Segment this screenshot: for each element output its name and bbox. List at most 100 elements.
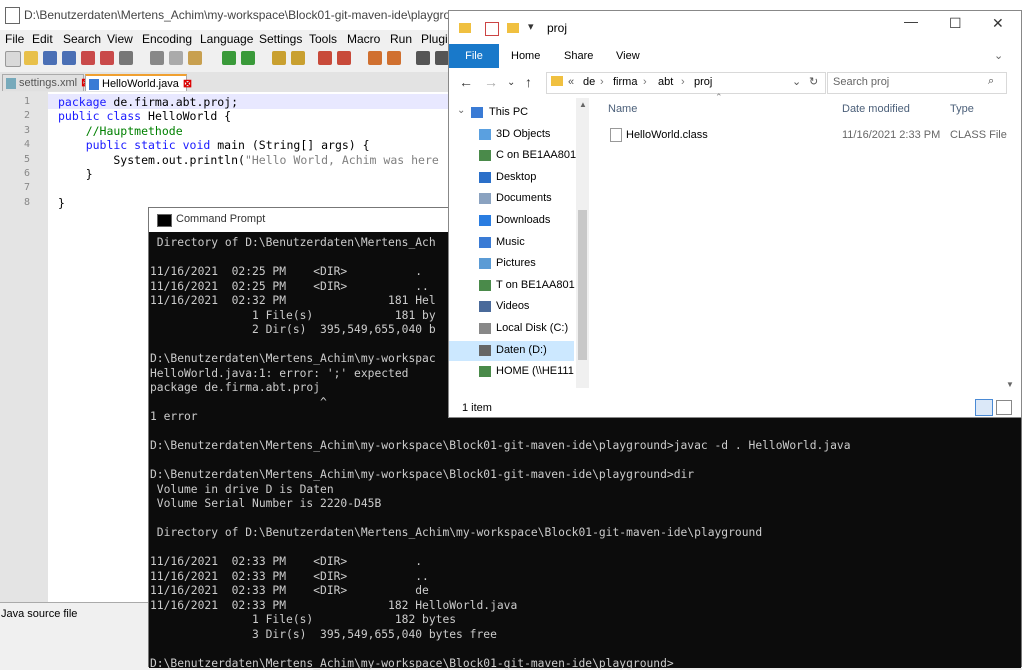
tab-helloworld-java[interactable]: HelloWorld.java ⊠ [85,74,192,91]
maximize-icon[interactable]: ☐ [949,15,962,32]
menu-file[interactable]: File [5,32,24,46]
breadcrumb-firma[interactable]: firma [613,76,637,88]
breadcrumb-overflow[interactable]: « [568,76,574,88]
chevron-down-icon[interactable]: ⌄ [457,105,465,116]
column-type[interactable]: Type [950,103,974,115]
nav-item[interactable]: HOME (\\HE111 [449,362,574,382]
details-view-icon[interactable] [975,399,993,416]
chevron-down-icon[interactable]: ⌄ [507,77,515,88]
code-text: de.firma.abt.proj; [106,95,239,109]
nav-item[interactable]: Local Disk (C:) [449,319,574,339]
refresh-icon[interactable]: ↻ [809,75,818,88]
nav-item[interactable]: Pictures [449,254,574,274]
column-date-modified[interactable]: Date modified [842,103,910,115]
console-line: HelloWorld.java:1: error: ';' expected [150,366,409,380]
redo-icon[interactable] [241,51,255,65]
nav-item[interactable]: Daten (D:) [449,340,574,361]
zoom-in-icon[interactable] [318,51,332,65]
open-file-icon[interactable] [24,51,38,65]
sync-vertical-icon[interactable] [368,51,382,65]
chevron-right-icon: › [681,76,685,88]
code-line: public class HelloWorld { [58,109,231,123]
up-arrow-icon[interactable]: ↑ [525,74,532,90]
disk-icon [479,344,491,356]
nav-item[interactable]: Downloads [449,211,574,231]
nav-item-label: 3D Objects [496,127,551,140]
ribbon-tab-share[interactable]: Share [564,50,593,62]
npp-status-bar: Java source file [0,602,150,625]
undo-icon[interactable] [222,51,236,65]
menu-edit[interactable]: Edit [32,32,53,46]
close-icon[interactable]: ✕ [992,15,1004,32]
chevron-down-icon[interactable]: ▾ [528,20,534,33]
chevron-down-icon[interactable]: ⌄ [792,75,801,88]
scroll-thumb[interactable] [578,210,587,360]
breadcrumb-de[interactable]: de [583,76,595,88]
tab-label: HelloWorld.java [102,78,179,90]
cut-icon[interactable] [150,51,164,65]
close-file-icon[interactable] [81,51,95,65]
menu-macro[interactable]: Macro [347,32,380,46]
large-icons-view-icon[interactable] [996,400,1012,415]
ribbon-tab-home[interactable]: Home [511,50,540,62]
chevron-down-icon[interactable]: ⌄ [994,49,1003,62]
menu-plugins[interactable]: Plugi [421,32,448,46]
close-icon[interactable]: ⊠ [183,78,192,90]
file-list-pane[interactable]: ⌃ Name Date modified Type HelloWorld.cla… [589,92,1019,389]
print-icon[interactable] [119,51,133,65]
save-icon[interactable] [43,51,57,65]
ribbon-tab-view[interactable]: View [616,50,640,62]
new-file-icon[interactable] [5,51,21,67]
show-all-chars-icon[interactable] [435,51,449,65]
find-icon[interactable] [272,51,286,65]
documents-icon [479,193,491,205]
breadcrumb-abt[interactable]: abt [658,76,673,88]
file-row[interactable]: HelloWorld.class 11/16/2021 2:33 PM CLAS… [589,125,1019,145]
nav-item[interactable]: T on BE1AA801 [449,276,575,296]
scroll-down-icon[interactable]: ▼ [1006,380,1014,389]
nav-item[interactable]: Videos [449,297,574,317]
nav-item[interactable]: Documents [449,189,574,209]
save-all-icon[interactable] [62,51,76,65]
menu-run[interactable]: Run [390,32,412,46]
menu-search[interactable]: Search [63,32,101,46]
nav-item[interactable]: ⌄ This PC [449,103,574,123]
replace-icon[interactable] [291,51,305,65]
scroll-up-icon[interactable]: ▲ [579,100,587,109]
breadcrumb-proj[interactable]: proj [694,76,712,88]
navigation-pane: ⌄ This PC 3D Objects C on BE1AA801 Desktop Do… [449,98,589,386]
nav-item[interactable]: Music [449,233,574,253]
ribbon-tab-file[interactable]: File [449,44,499,68]
console-line: 11/16/2021 02:25 PM <DIR> . [150,265,423,278]
menu-view[interactable]: View [107,32,133,46]
item-count: 1 item [462,402,492,414]
nav-item[interactable]: C on BE1AA801 [449,146,576,166]
file-explorer-window: ▾ proj — ☐ ✕ File Home Share View ⌄ ← → … [448,10,1022,418]
back-arrow-icon[interactable]: ← [459,74,473,90]
zoom-out-icon[interactable] [337,51,351,65]
copy-icon[interactable] [169,51,183,65]
nav-item[interactable]: 3D Objects [449,125,574,145]
explorer-status-bar: 1 item [449,397,1021,417]
tab-settings-xml[interactable]: settings.xml⊠ [2,74,90,91]
search-input[interactable]: Search proj ⌕ [827,72,1007,94]
code-comment: //Hauptmethode [58,124,183,138]
line-number-gutter: 1 2 3 4 5 6 7 8 [0,92,48,602]
nav-scrollbar[interactable]: ▲ [576,98,589,388]
address-bar[interactable]: « de › firma › abt › proj ⌄ ↻ [546,72,826,94]
properties-icon[interactable] [485,22,499,36]
word-wrap-icon[interactable] [416,51,430,65]
menu-encoding[interactable]: Encoding [142,32,192,46]
nav-item[interactable]: Desktop [449,168,574,188]
menu-settings[interactable]: Settings [259,32,302,46]
sync-horizontal-icon[interactable] [387,51,401,65]
paste-icon[interactable] [188,51,202,65]
close-all-icon[interactable] [100,51,114,65]
menu-language[interactable]: Language [200,32,253,46]
new-folder-icon[interactable] [507,23,519,33]
minimize-icon[interactable]: — [904,13,918,29]
forward-arrow-icon[interactable]: → [484,74,498,90]
menu-tools[interactable]: Tools [309,32,337,46]
explorer-title-bar[interactable]: ▾ proj — ☐ ✕ [449,11,1021,44]
column-name[interactable]: Name [608,103,637,115]
